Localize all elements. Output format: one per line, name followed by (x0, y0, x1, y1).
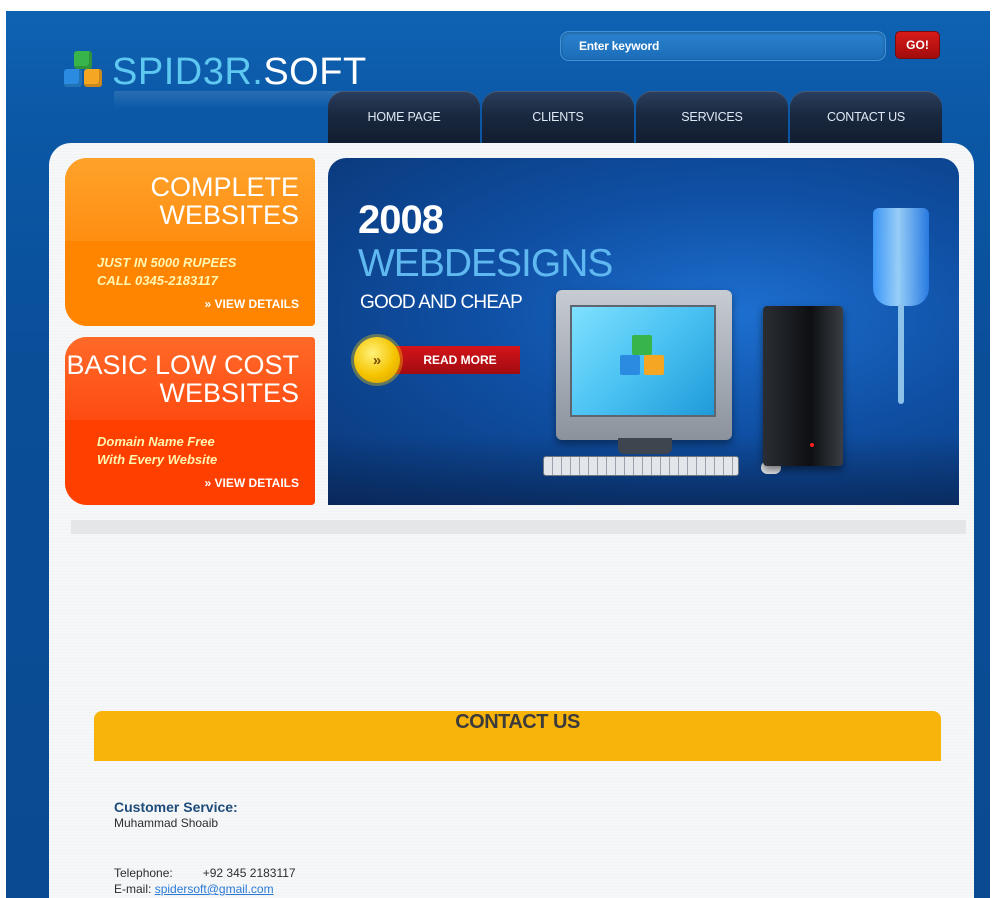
main-nav: HOME PAGE CLIENTS SERVICES CONTACT US (328, 91, 942, 143)
cubes-logo-icon (60, 49, 106, 95)
email-line: E-mail: spidersoft@gmail.com (114, 881, 296, 897)
monitor-screen (570, 305, 716, 417)
content-panel: COMPLETE WEBSITES JUST IN 5000 RUPEES CA… (49, 143, 974, 898)
promo-title-line2: WEBSITES (159, 378, 299, 408)
go-button[interactable]: GO! (895, 31, 940, 59)
contact-title: CONTACT US (455, 711, 580, 733)
contact-bar: CONTACT US (94, 711, 941, 761)
hero-banner: 2008 WEBDESIGNS GOOD AND CHEAP » READ MO… (328, 158, 959, 505)
customer-service-label: Customer Service: (114, 799, 238, 815)
promo-title-line1: BASIC LOW COST (66, 350, 299, 380)
monitor-illustration (556, 290, 732, 440)
promo-detail-line1: Domain Name Free (97, 434, 215, 449)
read-more-label: READ MORE (394, 346, 520, 374)
logo-text-part2: SOFT (263, 51, 367, 93)
logo-text: SPID3R.SOFT (112, 53, 367, 91)
bottle-tube (898, 304, 904, 404)
promo-details: JUST IN 5000 RUPEES CALL 0345-2183117 » … (65, 241, 315, 326)
monitor-stand (618, 438, 672, 454)
promo-title-line1: COMPLETE (150, 172, 299, 202)
telephone-label: Telephone: (114, 866, 173, 880)
promo-details: Domain Name Free With Every Website » VI… (65, 420, 315, 505)
email-label: E-mail: (114, 882, 152, 896)
search-input[interactable] (561, 32, 885, 60)
nav-tab-services[interactable]: SERVICES (636, 91, 788, 143)
promo-title: COMPLETE WEBSITES (65, 158, 315, 241)
logo-text-part1: SPID3R. (112, 51, 264, 93)
section-divider (71, 520, 966, 534)
nav-tab-clients[interactable]: CLIENTS (482, 91, 634, 143)
banner-year: 2008 (358, 198, 444, 242)
promo-title: BASIC LOW COST WEBSITES (65, 337, 315, 420)
site-logo[interactable]: SPID3R.SOFT (60, 49, 367, 95)
cubes-screen-icon (620, 335, 664, 375)
promo-detail-line2: With Every Website (97, 452, 218, 467)
nav-tab-contact-us[interactable]: CONTACT US (790, 91, 942, 143)
nav-tab-home-page[interactable]: HOME PAGE (328, 91, 480, 143)
telephone-value: +92 345 2183117 (202, 866, 296, 880)
search-box (560, 31, 886, 61)
tower-power-light (810, 443, 814, 447)
page-frame: SPID3R.SOFT GO! HOME PAGE CLIENTS SERVIC… (6, 11, 990, 898)
double-chevron-icon: » (354, 337, 400, 383)
logo-reflection (114, 91, 344, 109)
read-more-button[interactable]: » READ MORE (354, 337, 520, 383)
contact-info: Customer Service: Muhammad Shoaib Teleph… (114, 799, 296, 897)
pc-tower-illustration (763, 306, 843, 466)
promo-detail-line1: JUST IN 5000 RUPEES (97, 255, 237, 270)
promo-complete-websites: COMPLETE WEBSITES JUST IN 5000 RUPEES CA… (65, 158, 315, 326)
banner-subline: GOOD AND CHEAP (360, 292, 523, 313)
keyboard-illustration (543, 456, 739, 476)
customer-service-name: Muhammad Shoaib (114, 816, 219, 830)
water-bottle-illustration (873, 208, 929, 306)
promo-detail-line2: CALL 0345-2183117 (97, 273, 218, 288)
promo-title-line2: WEBSITES (159, 200, 299, 230)
telephone-line: Telephone: +92 345 2183117 (114, 865, 296, 881)
view-details-link[interactable]: » VIEW DETAILS (97, 295, 299, 313)
email-link[interactable]: spidersoft@gmail.com (155, 882, 274, 896)
banner-headline: WEBDESIGNS (358, 242, 613, 285)
view-details-link[interactable]: » VIEW DETAILS (97, 474, 299, 492)
promo-basic-low-cost: BASIC LOW COST WEBSITES Domain Name Free… (65, 337, 315, 505)
